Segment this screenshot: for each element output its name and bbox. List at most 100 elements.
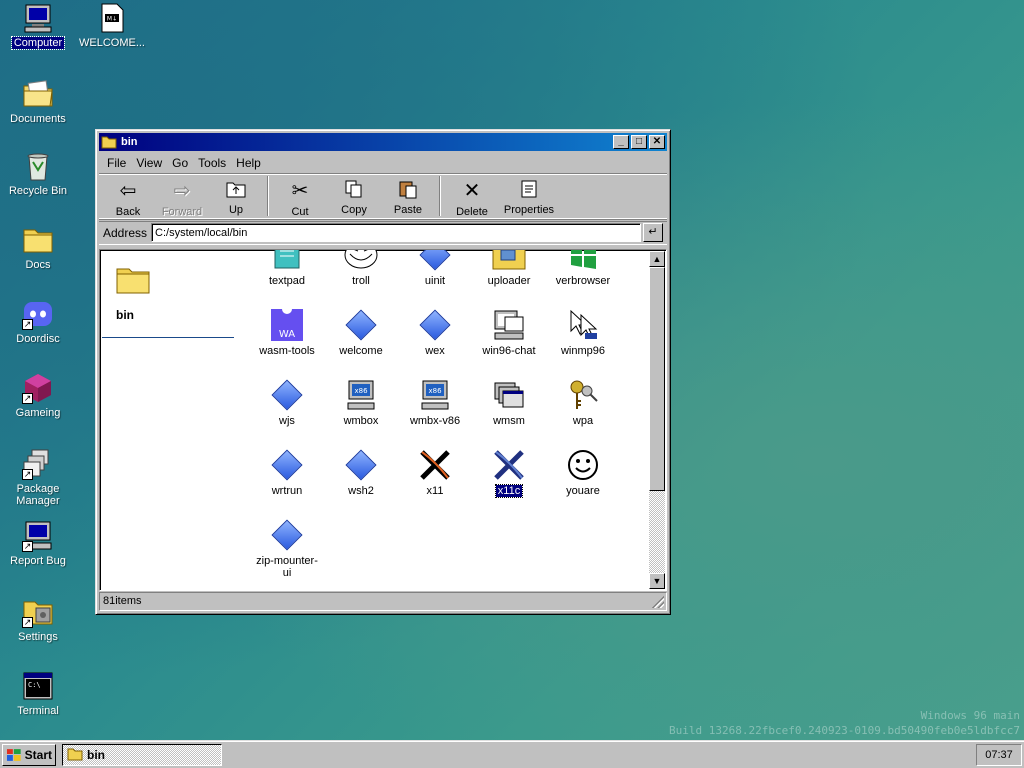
- clock: 07:37: [985, 748, 1013, 761]
- window-titlebar[interactable]: bin _ □ ✕: [99, 133, 667, 151]
- windows-flag-icon: [566, 250, 600, 272]
- close-button[interactable]: ✕: [649, 135, 665, 149]
- file-item[interactable]: winmp96: [546, 308, 620, 357]
- windows-logo-icon: [6, 748, 21, 761]
- file-item[interactable]: wsh2: [324, 448, 398, 497]
- desktop-icon-package-manager[interactable]: ↗ Package Manager: [0, 448, 76, 507]
- wasm-icon: WA: [270, 308, 304, 342]
- recycle-bin-icon: [22, 150, 54, 182]
- vertical-scrollbar[interactable]: ▲ ▼: [649, 251, 665, 589]
- forward-arrow-icon: ⇨: [173, 179, 191, 202]
- file-item[interactable]: wjs: [250, 378, 324, 427]
- menu-go[interactable]: Go: [168, 154, 194, 172]
- file-item[interactable]: textpad: [250, 250, 324, 287]
- file-item[interactable]: zip-mounter-ui: [250, 518, 324, 579]
- file-item[interactable]: uinit: [398, 250, 472, 287]
- desktop-icon-documents[interactable]: Documents: [0, 78, 76, 125]
- window-stack-icon: [492, 378, 526, 412]
- toolbar: ⇦ Back ⇨ Forward Up ✂ Cut Copy Paste ✕ D…: [99, 173, 667, 219]
- delete-button[interactable]: ✕ Delete: [445, 176, 499, 219]
- desktop-icon-settings[interactable]: ↗ Settings: [0, 596, 76, 643]
- uploader-icon: [492, 250, 526, 272]
- maximize-button[interactable]: □: [631, 135, 647, 149]
- file-item[interactable]: troll: [324, 250, 398, 287]
- file-item[interactable]: wmsm: [472, 378, 546, 427]
- desktop-icon-computer[interactable]: Computer: [0, 2, 76, 50]
- shortcut-arrow-icon: ↗: [22, 319, 33, 330]
- file-item[interactable]: x11: [398, 448, 472, 497]
- system-tray-clock[interactable]: 07:37: [976, 743, 1022, 766]
- paste-button[interactable]: Paste: [381, 176, 435, 216]
- scissors-icon: ✂: [291, 179, 309, 202]
- diamond-icon: [270, 518, 304, 552]
- go-button[interactable]: ↵: [643, 223, 663, 242]
- file-item[interactable]: youare: [546, 448, 620, 497]
- scroll-up-button[interactable]: ▲: [649, 251, 665, 267]
- forward-button[interactable]: ⇨ Forward: [155, 176, 209, 219]
- file-item[interactable]: x86 wmbx-v86: [398, 378, 472, 427]
- x11c-icon: [492, 448, 526, 482]
- folder-icon: [22, 224, 54, 256]
- diamond-icon: [344, 448, 378, 482]
- desktop-icon-docs[interactable]: Docs: [0, 224, 76, 271]
- back-button[interactable]: ⇦ Back: [101, 176, 155, 219]
- taskbar: Start bin 07:37: [0, 740, 1024, 768]
- status-bar: 81items: [99, 592, 667, 611]
- address-label: Address: [103, 225, 148, 240]
- properties-icon: [517, 178, 541, 200]
- scroll-down-button[interactable]: ▼: [649, 573, 665, 589]
- x11-icon: [418, 448, 452, 482]
- window-title: bin: [121, 136, 138, 148]
- file-item[interactable]: uploader: [472, 250, 546, 287]
- address-input[interactable]: [151, 223, 641, 242]
- chat-computer-icon: [492, 308, 526, 342]
- desktop-icon-gameing[interactable]: ↗ Gameing: [0, 372, 76, 419]
- resize-grip-icon[interactable]: [652, 596, 664, 608]
- menu-help[interactable]: Help: [232, 154, 267, 172]
- up-folder-icon: [224, 178, 248, 200]
- delete-x-icon: ✕: [463, 179, 481, 202]
- trollface-icon: [344, 250, 378, 272]
- file-item[interactable]: win96-chat: [472, 308, 546, 357]
- desktop-icon-doordisc[interactable]: ↗ Doordisc: [0, 298, 76, 345]
- svg-text:M↓: M↓: [107, 16, 117, 23]
- markdown-file-icon: M↓: [96, 2, 128, 34]
- folder-icon: [101, 136, 117, 149]
- scroll-thumb[interactable]: [649, 267, 665, 491]
- menu-file[interactable]: File: [103, 154, 132, 172]
- file-item[interactable]: WA wasm-tools: [250, 308, 324, 357]
- folder-info-pane: bin: [102, 252, 234, 338]
- menu-view[interactable]: View: [132, 154, 168, 172]
- file-item[interactable]: x86 wmbox: [324, 378, 398, 427]
- file-item[interactable]: wpa: [546, 378, 620, 427]
- start-button[interactable]: Start: [2, 743, 56, 766]
- desktop-icon-terminal[interactable]: C:\ Terminal: [0, 670, 76, 717]
- cut-button[interactable]: ✂ Cut: [273, 176, 327, 219]
- desktop-icon-welcome[interactable]: M↓ WELCOME...: [74, 2, 150, 49]
- file-item[interactable]: wrtrun: [250, 448, 324, 497]
- smiley-icon: [566, 448, 600, 482]
- folder-icon: [67, 748, 83, 761]
- package-icon: ↗: [22, 448, 54, 480]
- diamond-icon: [270, 448, 304, 482]
- desktop-icon-recycle-bin[interactable]: Recycle Bin: [0, 150, 76, 197]
- file-item[interactable]: welcome: [324, 308, 398, 357]
- taskbar-window-button[interactable]: bin: [62, 743, 222, 766]
- file-item-selected[interactable]: x11c: [472, 448, 546, 498]
- toolbar-separator: [267, 176, 269, 216]
- build-watermark: Windows 96 main Build 13268.22fbcef0.240…: [669, 708, 1020, 738]
- minimize-button[interactable]: _: [613, 135, 629, 149]
- shortcut-arrow-icon: ↗: [22, 469, 33, 480]
- copy-button[interactable]: Copy: [327, 176, 381, 216]
- copy-icon: [342, 178, 366, 200]
- up-button[interactable]: Up: [209, 176, 263, 216]
- file-item[interactable]: wex: [398, 308, 472, 357]
- svg-text:WA: WA: [279, 329, 295, 340]
- diamond-icon: [418, 250, 452, 272]
- properties-button[interactable]: Properties: [499, 176, 559, 216]
- file-item[interactable]: verbrowser: [546, 250, 620, 287]
- paste-icon: [396, 178, 420, 200]
- menu-tools[interactable]: Tools: [194, 154, 232, 172]
- desktop-icon-report-bug[interactable]: ↗ Report Bug: [0, 520, 76, 567]
- shortcut-arrow-icon: ↗: [22, 541, 33, 552]
